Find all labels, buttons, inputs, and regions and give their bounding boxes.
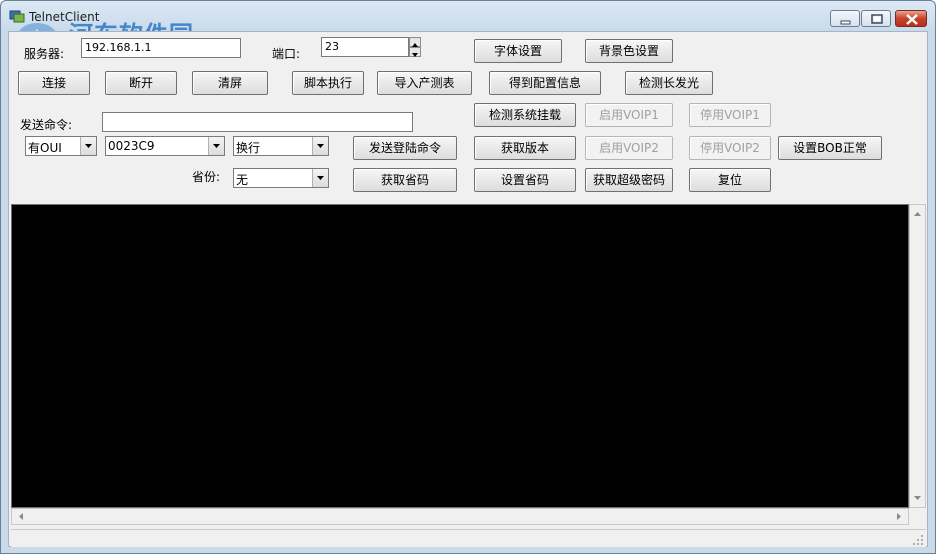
province-select[interactable]: 无 — [233, 168, 329, 188]
scroll-right-icon[interactable] — [892, 509, 906, 524]
terminal-output[interactable] — [11, 204, 909, 508]
telnet-app-icon — [9, 10, 25, 23]
spin-up-button[interactable] — [409, 37, 421, 47]
oui-select[interactable]: 有OUI — [25, 136, 97, 156]
province-dropdown-button[interactable] — [312, 169, 328, 187]
import-test-table-button[interactable]: 导入产测表 — [377, 71, 472, 95]
line-ending-dropdown-button[interactable] — [312, 137, 328, 155]
chevron-down-icon — [85, 144, 92, 148]
clear-screen-button[interactable]: 清屏 — [192, 71, 268, 95]
run-script-button[interactable]: 脚本执行 — [292, 71, 364, 95]
command-input[interactable] — [102, 112, 413, 132]
close-icon — [906, 14, 918, 25]
telnet-client-window: TelnetClient 河东软件园 www.pc0359.cn 服务器: 19… — [0, 0, 936, 554]
arrow-down-icon — [412, 53, 418, 57]
province-label: 省份: — [192, 170, 221, 184]
command-label: 发送命令: — [20, 118, 73, 132]
resize-grip-icon[interactable] — [912, 534, 924, 546]
oui-select-value: 有OUI — [28, 141, 62, 155]
bg-color-settings-button[interactable]: 背景色设置 — [585, 39, 673, 63]
minimize-button[interactable] — [830, 10, 860, 27]
horizontal-scrollbar[interactable] — [11, 508, 909, 525]
disable-voip2-button[interactable]: 停用VOIP2 — [689, 136, 771, 160]
scroll-left-icon[interactable] — [14, 509, 28, 524]
set-province-code-button[interactable]: 设置省码 — [474, 168, 576, 192]
client-area: 服务器: 192.168.1.1 端口: 23 字体设置 背景色设置 连接 断开… — [8, 31, 928, 547]
enable-voip1-button[interactable]: 启用VOIP1 — [585, 103, 673, 127]
send-login-command-button[interactable]: 发送登陆命令 — [353, 136, 457, 160]
status-bar — [11, 529, 926, 547]
chevron-down-icon — [213, 144, 220, 148]
connect-button[interactable]: 连接 — [18, 71, 90, 95]
get-province-code-button[interactable]: 获取省码 — [353, 168, 457, 192]
maximize-button[interactable] — [861, 10, 891, 27]
title-bar[interactable]: TelnetClient 河东软件园 www.pc0359.cn — [1, 1, 935, 67]
server-input[interactable]: 192.168.1.1 — [81, 38, 241, 58]
get-super-password-button[interactable]: 获取超级密码 — [585, 168, 673, 192]
line-ending-select[interactable]: 换行 — [233, 136, 329, 156]
reset-button[interactable]: 复位 — [689, 168, 771, 192]
scroll-down-icon[interactable] — [910, 491, 925, 505]
port-label: 端口: — [272, 47, 301, 61]
oui-dropdown-button[interactable] — [80, 137, 96, 155]
disable-voip1-button[interactable]: 停用VOIP1 — [689, 103, 771, 127]
font-settings-button[interactable]: 字体设置 — [474, 39, 562, 63]
line-ending-select-value: 换行 — [236, 141, 261, 155]
close-button[interactable] — [895, 10, 927, 27]
detect-system-mount-button[interactable]: 检测系统挂载 — [474, 103, 576, 127]
mac-prefix-select-value: 0023C9 — [108, 139, 155, 153]
maximize-icon — [871, 14, 883, 24]
chevron-down-icon — [317, 176, 324, 180]
enable-voip2-button[interactable]: 启用VOIP2 — [585, 136, 673, 160]
mac-prefix-dropdown-button[interactable] — [208, 137, 224, 155]
window-title: TelnetClient — [29, 10, 100, 24]
minimize-icon — [840, 20, 851, 25]
port-input[interactable]: 23 — [321, 37, 409, 57]
set-bob-normal-button[interactable]: 设置BOB正常 — [778, 136, 882, 160]
port-spinner[interactable] — [409, 37, 421, 57]
get-version-button[interactable]: 获取版本 — [474, 136, 576, 160]
province-select-value: 无 — [236, 173, 249, 187]
server-label: 服务器: — [24, 47, 65, 61]
get-config-info-button[interactable]: 得到配置信息 — [489, 71, 601, 95]
mac-prefix-select[interactable]: 0023C9 — [105, 136, 225, 156]
vertical-scrollbar[interactable] — [909, 204, 926, 508]
spin-down-button[interactable] — [409, 47, 421, 57]
scroll-up-icon[interactable] — [910, 207, 925, 221]
detect-long-light-button[interactable]: 检测长发光 — [625, 71, 713, 95]
disconnect-button[interactable]: 断开 — [105, 71, 177, 95]
chevron-down-icon — [317, 144, 324, 148]
